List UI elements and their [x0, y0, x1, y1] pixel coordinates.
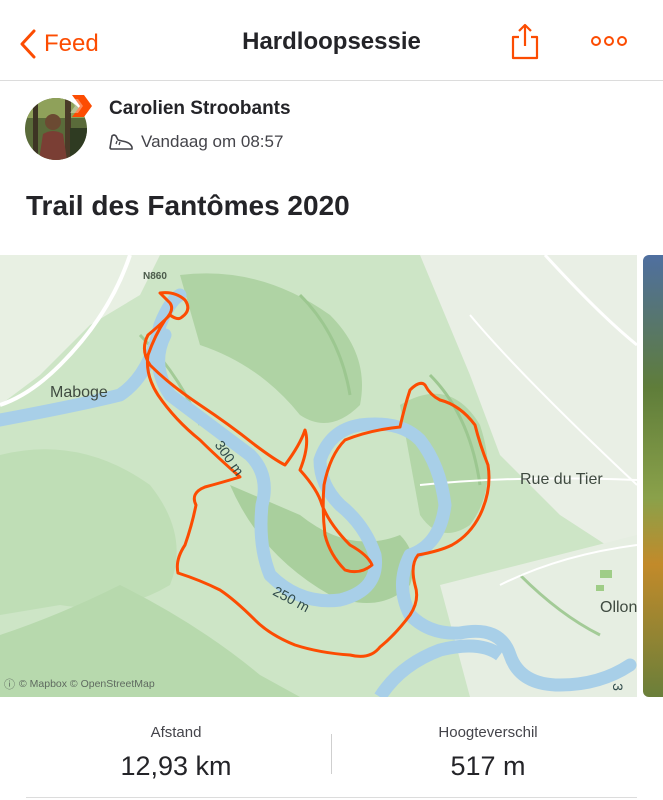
stat-value: 517 m — [450, 751, 526, 781]
contour-label-edge: 3 — [609, 683, 626, 691]
share-button[interactable] — [511, 22, 539, 65]
route-map[interactable]: N860 Maboge Rue du Tier Ollon 300 m 250 … — [0, 255, 637, 697]
stat-label: Hoogteverschil — [438, 724, 538, 741]
map-attribution[interactable]: ⓘ © Mapbox © OpenStreetMap — [4, 676, 155, 692]
road-label-n860: N860 — [143, 271, 167, 282]
info-icon[interactable]: ⓘ — [4, 676, 15, 692]
place-label-rue-du-tier: Rue du Tier — [520, 471, 603, 488]
stat-divider — [331, 734, 332, 774]
athlete-name[interactable]: Carolien Stroobants — [109, 98, 291, 120]
stat-value: 12,93 km — [120, 751, 232, 781]
place-label-ollon: Ollon — [600, 599, 637, 616]
next-photo-peek[interactable] — [643, 255, 663, 697]
stat-elevation: Hoogteverschil 517 m — [338, 724, 638, 782]
page-title: Hardloopsessie — [242, 28, 421, 55]
subscriber-badge-icon — [70, 95, 92, 117]
activity-meta: Vandaag om 08:57 — [108, 132, 283, 152]
more-options-button[interactable] — [590, 34, 628, 53]
more-horizontal-icon — [591, 36, 627, 46]
attribution-text: © Mapbox © OpenStreetMap — [19, 678, 155, 690]
share-icon — [511, 23, 539, 60]
stat-label: Afstand — [150, 724, 202, 741]
top-navigation-bar: Feed Hardloopsessie — [0, 0, 663, 81]
stat-distance: Afstand 12,93 km — [26, 724, 326, 782]
divider — [26, 797, 637, 798]
place-label-maboge: Maboge — [50, 384, 108, 401]
activity-title: Trail des Fantômes 2020 — [26, 190, 350, 221]
run-shoe-icon — [109, 134, 133, 150]
activity-timestamp: Vandaag om 08:57 — [141, 132, 284, 151]
